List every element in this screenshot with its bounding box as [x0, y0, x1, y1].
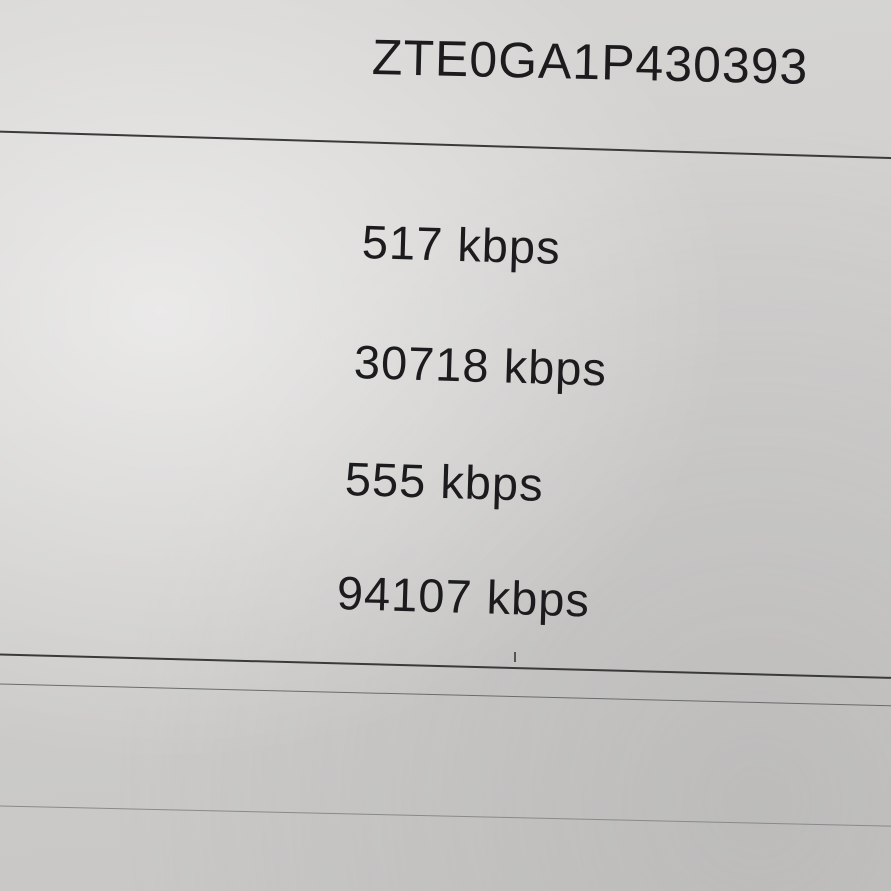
- rate-value: 94107 kbps: [336, 566, 591, 627]
- table-divider: [0, 130, 891, 160]
- status-table-panel: ZTE0GA1P430393 517 kbps 30718 kbps 555 k…: [0, 0, 891, 891]
- divider-mark: [514, 652, 516, 662]
- table-divider: [0, 683, 891, 707]
- rate-value: 555 kbps: [344, 452, 545, 511]
- serial-number-value: ZTE0GA1P430393: [371, 29, 810, 95]
- rate-value: 30718 kbps: [353, 335, 608, 396]
- rate-value: 517 kbps: [361, 215, 562, 274]
- table-divider: [0, 805, 891, 828]
- table-divider: [0, 653, 891, 680]
